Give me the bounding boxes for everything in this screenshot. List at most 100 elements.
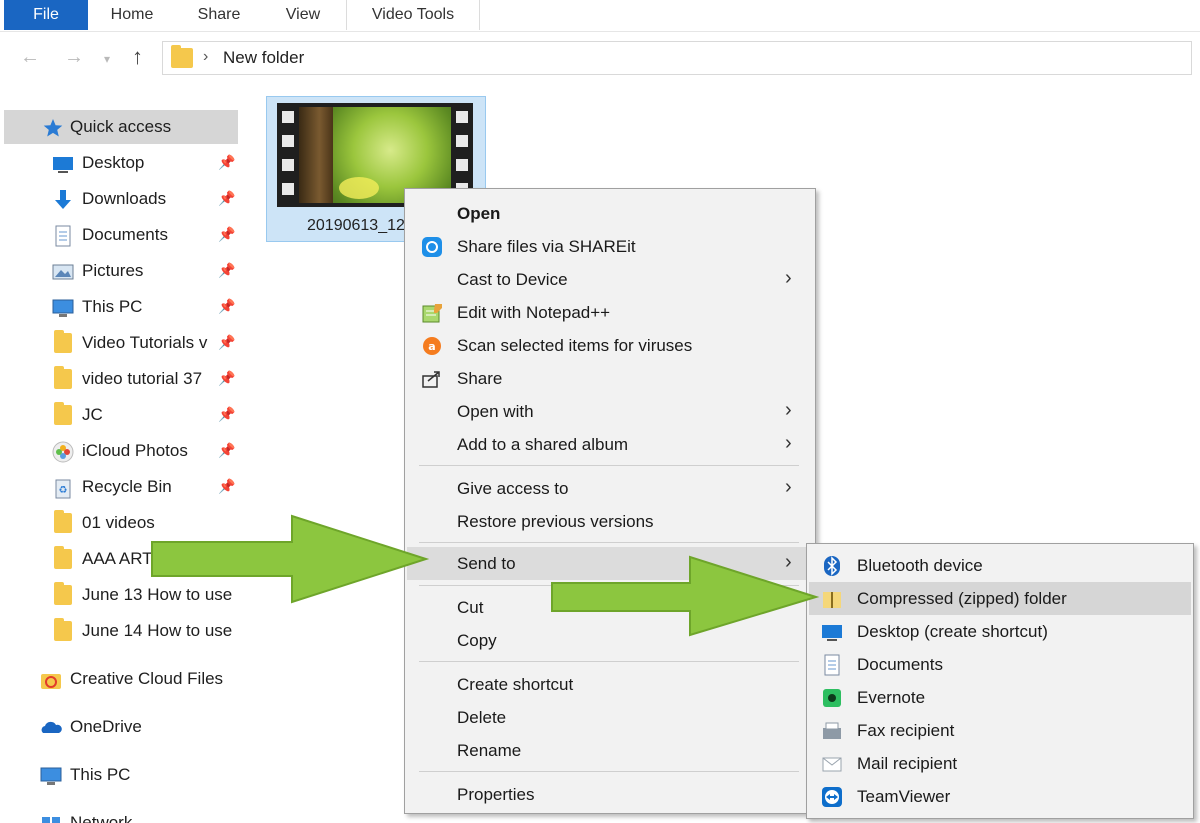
pin-icon[interactable]: 📌 bbox=[218, 370, 235, 387]
documents-icon bbox=[824, 654, 840, 676]
sidebar-item-this-pc-pinned[interactable]: This PC 📌 bbox=[0, 290, 245, 324]
folder-icon bbox=[54, 402, 72, 425]
film-hole bbox=[456, 111, 468, 123]
pin-icon[interactable]: 📌 bbox=[218, 406, 235, 423]
sidebar-item-label: video tutorial 37 bbox=[82, 369, 203, 388]
annotation-arrow-compressed-folder bbox=[551, 555, 820, 637]
sidebar-item-label: June 14 How to use bbox=[82, 621, 233, 640]
menu-item-give-access[interactable]: Give access to › bbox=[407, 472, 813, 505]
sidebar-item-label: This PC bbox=[82, 297, 143, 316]
chevron-right-icon: › bbox=[785, 476, 792, 498]
pin-icon[interactable]: 📌 bbox=[218, 478, 235, 495]
evernote-icon bbox=[823, 689, 841, 707]
submenu-item-evernote[interactable]: Evernote bbox=[809, 681, 1191, 714]
desktop-icon bbox=[822, 625, 842, 641]
tab-video-tools[interactable]: Video Tools bbox=[346, 0, 480, 30]
chevron-right-icon: › bbox=[785, 399, 792, 421]
back-arrow-icon[interactable]: ← bbox=[20, 46, 40, 69]
menu-item-cast-to-device[interactable]: Cast to Device › bbox=[407, 263, 813, 296]
menu-separator bbox=[419, 661, 799, 662]
submenu-item-documents[interactable]: Documents bbox=[809, 648, 1191, 681]
thumbnail-light-spot bbox=[339, 177, 379, 199]
chevron-right-icon: › bbox=[785, 432, 792, 454]
menu-item-label: Give access to bbox=[457, 479, 569, 498]
sidebar-item-recycle-bin[interactable]: ♻ Recycle Bin 📌 bbox=[0, 470, 245, 504]
menu-item-share[interactable]: Share bbox=[407, 362, 813, 395]
download-icon bbox=[55, 190, 71, 209]
menu-item-label: Restore previous versions bbox=[457, 512, 654, 531]
submenu-item-mail[interactable]: Mail recipient bbox=[809, 747, 1191, 780]
menu-item-label: Delete bbox=[457, 708, 507, 727]
submenu-item-bluetooth[interactable]: Bluetooth device bbox=[809, 549, 1191, 582]
submenu-item-fax[interactable]: Fax recipient bbox=[809, 714, 1191, 747]
tab-home[interactable]: Home bbox=[92, 0, 172, 30]
pin-icon[interactable]: 📌 bbox=[218, 298, 235, 315]
menu-item-open-with[interactable]: Open with › bbox=[407, 395, 813, 428]
monitor-icon bbox=[52, 299, 74, 317]
submenu-item-label: Evernote bbox=[857, 688, 926, 707]
address-bar[interactable]: › New folder bbox=[162, 41, 1192, 75]
menu-item-label: Edit with Notepad++ bbox=[457, 303, 611, 322]
monitor-icon bbox=[40, 767, 62, 785]
menu-item-shareit[interactable]: Share files via SHAREit bbox=[407, 230, 813, 263]
tab-file[interactable]: File bbox=[4, 0, 88, 30]
annotation-arrow-send-to bbox=[151, 514, 430, 604]
menu-item-properties[interactable]: Properties bbox=[407, 778, 813, 811]
teamviewer-icon bbox=[822, 787, 842, 807]
sidebar-item-this-pc[interactable]: This PC bbox=[0, 758, 245, 792]
sidebar-item-creative-cloud-files[interactable]: Creative Cloud Files bbox=[0, 662, 245, 696]
menu-item-label: Cast to Device bbox=[457, 270, 568, 289]
sidebar-item-downloads[interactable]: Downloads 📌 bbox=[0, 182, 245, 216]
menu-item-delete[interactable]: Delete bbox=[407, 701, 813, 734]
sidebar-item-label: Downloads bbox=[82, 189, 167, 208]
pin-icon[interactable]: 📌 bbox=[218, 262, 235, 279]
file-name[interactable]: 20190613_12 bbox=[307, 217, 405, 235]
film-hole bbox=[282, 135, 294, 147]
pin-icon[interactable]: 📌 bbox=[218, 226, 235, 243]
tab-view[interactable]: View bbox=[264, 0, 342, 30]
submenu-item-desktop-shortcut[interactable]: Desktop (create shortcut) bbox=[809, 615, 1191, 648]
submenu-item-teamviewer[interactable]: TeamViewer bbox=[809, 780, 1191, 813]
breadcrumb-current[interactable]: New folder bbox=[223, 48, 304, 68]
sidebar-item-june-14[interactable]: June 14 How to use bbox=[0, 614, 245, 648]
sidebar-item-quick-access[interactable]: Quick access bbox=[4, 110, 238, 144]
submenu-item-compressed-folder[interactable]: Compressed (zipped) folder bbox=[809, 582, 1191, 615]
up-arrow-icon[interactable]: ↑ bbox=[132, 44, 143, 70]
menu-item-open[interactable]: Open bbox=[407, 197, 813, 230]
recent-locations-chevron-icon[interactable]: ▾ bbox=[104, 52, 110, 66]
sidebar-item-label: Documents bbox=[82, 225, 168, 244]
sidebar-item-video-tutorials[interactable]: Video Tutorials v 📌 bbox=[0, 326, 245, 360]
sidebar-item-onedrive[interactable]: OneDrive bbox=[0, 710, 245, 744]
sidebar-item-jc[interactable]: JC 📌 bbox=[0, 398, 245, 432]
menu-item-add-shared-album[interactable]: Add to a shared album › bbox=[407, 428, 813, 461]
forward-arrow-icon[interactable]: → bbox=[64, 46, 84, 69]
sidebar-item-network[interactable]: Network bbox=[0, 806, 245, 823]
star-icon bbox=[43, 119, 63, 137]
pin-icon[interactable]: 📌 bbox=[218, 334, 235, 351]
sidebar-item-desktop[interactable]: Desktop 📌 bbox=[0, 146, 245, 180]
pin-icon[interactable]: 📌 bbox=[218, 442, 235, 459]
sidebar-item-video-tutorial-37[interactable]: video tutorial 37 📌 bbox=[0, 362, 245, 396]
sidebar-item-label: Recycle Bin bbox=[82, 477, 172, 496]
submenu-item-label: Documents bbox=[857, 655, 943, 674]
submenu-item-label: Fax recipient bbox=[857, 721, 955, 740]
menu-item-scan-viruses[interactable]: a Scan selected items for viruses bbox=[407, 329, 813, 362]
network-icon bbox=[42, 817, 60, 823]
folder-icon bbox=[54, 618, 72, 641]
menu-item-label: Properties bbox=[457, 785, 535, 804]
sidebar-item-documents[interactable]: Documents 📌 bbox=[0, 218, 245, 252]
pin-icon[interactable]: 📌 bbox=[218, 190, 235, 207]
tab-share[interactable]: Share bbox=[178, 0, 260, 30]
chevron-right-icon[interactable]: › bbox=[203, 48, 208, 66]
menu-item-rename[interactable]: Rename bbox=[407, 734, 813, 767]
menu-item-restore-versions[interactable]: Restore previous versions bbox=[407, 505, 813, 538]
menu-item-edit-notepad[interactable]: Edit with Notepad++ bbox=[407, 296, 813, 329]
chevron-right-icon: › bbox=[785, 267, 792, 289]
notepad-plus-plus-icon bbox=[422, 304, 442, 323]
sidebar-item-icloud-photos[interactable]: iCloud Photos 📌 bbox=[0, 434, 245, 468]
pin-icon[interactable]: 📌 bbox=[218, 154, 235, 171]
folder-icon bbox=[171, 45, 193, 68]
menu-item-create-shortcut[interactable]: Create shortcut bbox=[407, 668, 813, 701]
sidebar-item-pictures[interactable]: Pictures 📌 bbox=[0, 254, 245, 288]
share-icon bbox=[422, 371, 440, 388]
